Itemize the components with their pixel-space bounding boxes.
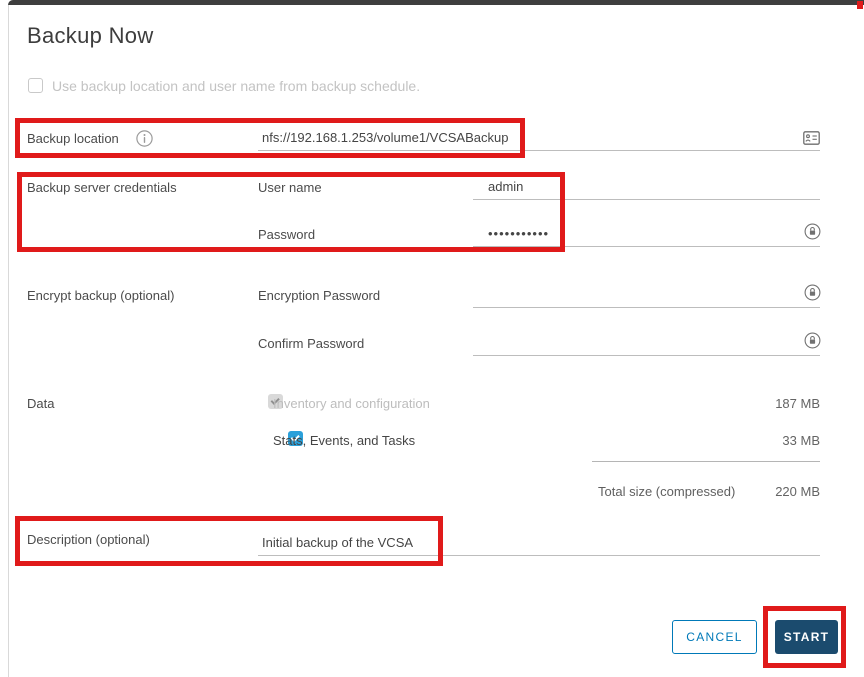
password-input[interactable]: •••••••••••	[473, 218, 820, 247]
stats-label: Stats, Events, and Tasks	[273, 433, 415, 448]
inventory-size: 187 MB	[740, 396, 820, 411]
annotation-artifact	[857, 1, 863, 9]
credentials-section-label: Backup server credentials	[27, 180, 177, 195]
data-section-label: Data	[27, 396, 54, 411]
username-value: admin	[488, 179, 523, 194]
description-label: Description (optional)	[27, 532, 150, 547]
backup-location-label: Backup location	[27, 131, 119, 146]
cancel-button[interactable]: CANCEL	[672, 620, 757, 654]
window-top-border	[8, 0, 864, 5]
backup-now-dialog: Backup Now Use backup location and user …	[0, 0, 864, 677]
lock-circle-icon[interactable]	[804, 332, 821, 349]
total-divider	[592, 461, 820, 462]
address-card-icon[interactable]	[803, 131, 820, 145]
stats-size: 33 MB	[740, 433, 820, 448]
password-value: •••••••••••	[488, 226, 549, 241]
confirm-password-input[interactable]	[473, 327, 820, 356]
encryption-password-input[interactable]	[473, 279, 820, 308]
inventory-label: Inventory and configuration	[273, 396, 430, 411]
use-schedule-checkbox[interactable]	[28, 78, 43, 93]
page-title: Backup Now	[27, 23, 154, 49]
lock-circle-icon[interactable]	[804, 223, 821, 240]
start-button[interactable]: START	[775, 620, 838, 654]
backup-location-value: nfs://192.168.1.253/volume1/VCSABackup	[262, 130, 508, 145]
backup-location-input[interactable]: nfs://192.168.1.253/volume1/VCSABackup	[258, 122, 820, 151]
total-value: 220 MB	[740, 484, 820, 499]
username-input[interactable]: admin	[473, 171, 820, 200]
description-value: Initial backup of the VCSA	[262, 535, 413, 550]
confirm-password-label: Confirm Password	[258, 336, 364, 351]
username-label: User name	[258, 180, 322, 195]
encryption-password-label: Encryption Password	[258, 288, 380, 303]
lock-circle-icon[interactable]	[804, 284, 821, 301]
info-circle-icon[interactable]	[136, 130, 153, 147]
window-left-border	[8, 5, 9, 677]
description-input[interactable]: Initial backup of the VCSA	[258, 527, 820, 556]
encrypt-section-label: Encrypt backup (optional)	[27, 288, 174, 303]
total-label: Total size (compressed)	[598, 484, 735, 499]
use-schedule-label: Use backup location and user name from b…	[52, 78, 420, 94]
password-label: Password	[258, 227, 315, 242]
